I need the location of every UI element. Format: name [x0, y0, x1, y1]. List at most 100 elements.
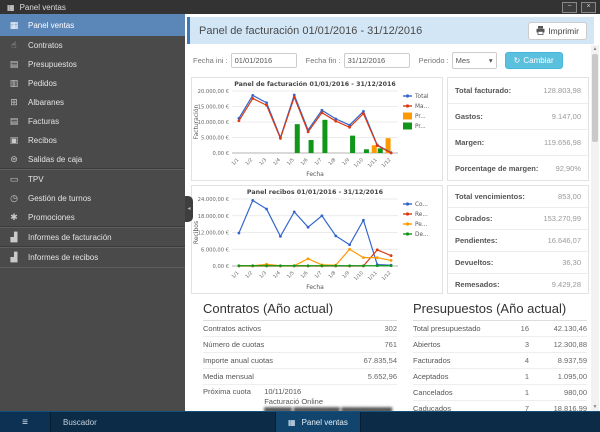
- row-value: 5.652,96: [368, 372, 397, 381]
- contratos-section: Contratos (Año actual) Contratos activos…: [203, 301, 397, 411]
- recibos-chart-box: 0,00 €6.000,00 €12.000,00 €18.000,00 €24…: [191, 185, 443, 294]
- row-count: 3: [499, 340, 529, 349]
- sidebar-item-label: Panel ventas: [28, 21, 74, 30]
- svg-text:Recibos: Recibos: [193, 221, 200, 244]
- fecha-ini-input[interactable]: [231, 53, 297, 68]
- table-row: Media mensual5.652,96: [203, 369, 397, 385]
- svg-text:1/12: 1/12: [381, 157, 393, 169]
- stat-row: Porcentage de margen:92,90%: [448, 156, 588, 181]
- svg-text:1/2: 1/2: [244, 157, 254, 167]
- stat-value: 36,30: [562, 258, 581, 267]
- svg-text:1/9: 1/9: [341, 270, 351, 280]
- svg-text:0,00 €: 0,00 €: [213, 151, 230, 157]
- svg-text:1/12: 1/12: [381, 270, 393, 282]
- scroll-down-icon[interactable]: ▼: [591, 403, 599, 411]
- facturacion-chart: 0,00 €5.000,00 €10.000,00 €15.000,00 €20…: [192, 78, 440, 178]
- print-button-label: Imprimir: [548, 26, 579, 36]
- presupuestos-section: Presupuestos (Año actual) Total presupue…: [413, 301, 587, 411]
- sidebar-item-informes-de-recibos[interactable]: ▟Informes de recibos: [0, 247, 185, 268]
- filter-bar: Fecha ini : Fecha fin : Periodo : Mes ▾ …: [193, 51, 563, 69]
- star-icon: ✱: [0, 212, 28, 223]
- row-label: Cancelados: [413, 388, 499, 397]
- svg-text:1/10: 1/10: [353, 270, 365, 282]
- page-header: Panel de facturación 01/01/2016 - 31/12/…: [187, 17, 594, 44]
- stat-row: Remesados:9.429,28: [448, 274, 588, 295]
- svg-text:1/11: 1/11: [367, 270, 379, 282]
- sidebar-item-facturas[interactable]: ▤Facturas: [0, 112, 185, 131]
- svg-text:De...: De...: [415, 232, 429, 238]
- recibos-chart: 0,00 €6.000,00 €12.000,00 €18.000,00 €24…: [192, 186, 440, 291]
- row-amount: 1.095,00: [529, 372, 587, 381]
- sidebar-item-contratos[interactable]: ☝Contratos: [0, 36, 185, 55]
- sidebar-item-salidas-de-caja[interactable]: ⊜Salidas de caja: [0, 150, 185, 169]
- sidebar-item-gestion-de-turnos[interactable]: ◷Gestión de turnos: [0, 189, 185, 208]
- refresh-icon: ↻: [514, 56, 521, 65]
- table-row: Total presupuestado1642.130,46: [413, 321, 587, 337]
- sidebar-item-pedidos[interactable]: ▥Pedidos: [0, 74, 185, 93]
- contratos-title: Contratos (Año actual): [203, 301, 397, 321]
- sidebar-item-panel-ventas[interactable]: ▦Panel ventas: [0, 14, 185, 36]
- row-label: Importe anual cuotas: [203, 356, 273, 365]
- stat-row: Devueltos:36,30: [448, 252, 588, 274]
- table-row: Número de cuotas761: [203, 337, 397, 353]
- sidebar-item-label: TPV: [28, 175, 44, 184]
- svg-text:1/1: 1/1: [231, 270, 241, 280]
- sidebar-collapse-handle[interactable]: ◂: [185, 196, 193, 222]
- document-icon: ▤: [0, 59, 28, 70]
- presupuestos-title: Presupuestos (Año actual): [413, 301, 587, 321]
- chevron-down-icon: ▾: [489, 56, 493, 65]
- fecha-fin-input[interactable]: [344, 53, 410, 68]
- taskbar-menu-button[interactable]: ≡: [0, 412, 51, 432]
- sidebar-item-label: Promociones: [28, 213, 75, 222]
- close-button[interactable]: ×: [581, 2, 596, 13]
- row-label: Abiertos: [413, 340, 499, 349]
- print-button[interactable]: Imprimir: [528, 22, 587, 40]
- sidebar-item-recibos[interactable]: ▣Recibos: [0, 131, 185, 150]
- stat-label: Total facturado:: [455, 86, 511, 95]
- app-grid-icon: ▦: [7, 3, 15, 12]
- svg-text:1/11: 1/11: [367, 157, 379, 169]
- sidebar-item-label: Salidas de caja: [28, 155, 82, 164]
- scroll-up-icon[interactable]: ▲: [591, 45, 599, 53]
- svg-text:Total: Total: [414, 94, 429, 100]
- minimize-button[interactable]: −: [562, 2, 577, 13]
- svg-text:1/7: 1/7: [314, 270, 324, 280]
- sidebar-item-presupuestos[interactable]: ▤Presupuestos: [0, 55, 185, 74]
- monitor-icon: ▭: [0, 174, 28, 185]
- row-amount: 8.937,59: [529, 356, 587, 365]
- svg-text:1/5: 1/5: [286, 270, 296, 280]
- stat-label: Porcentage de margen:: [455, 164, 538, 173]
- sidebar-item-label: Presupuestos: [28, 60, 77, 69]
- svg-text:0,00 €: 0,00 €: [213, 264, 230, 270]
- grid-icon: ▦: [288, 418, 296, 427]
- table-row: Aceptados11.095,00: [413, 369, 587, 385]
- vertical-scrollbar[interactable]: ▲ ▼: [591, 45, 599, 411]
- stat-label: Total vencimientos:: [455, 192, 525, 201]
- table-row: Contratos activos302: [203, 321, 397, 337]
- svg-text:1/7: 1/7: [314, 157, 324, 167]
- cambiar-button-label: Cambiar: [523, 56, 553, 65]
- svg-text:1/3: 1/3: [258, 157, 268, 167]
- row-count: 4: [499, 356, 529, 365]
- cambiar-button[interactable]: ↻ Cambiar: [505, 52, 563, 69]
- sidebar-item-albaranes[interactable]: ⊞Albaranes: [0, 93, 185, 112]
- sidebar-item-informes-de-facturacion[interactable]: ▟Informes de facturación: [0, 227, 185, 247]
- app-window: ▦ Panel ventas − × ▦Panel ventas ☝Contra…: [0, 0, 600, 432]
- row-label: Total presupuestado: [413, 324, 499, 333]
- stat-value: 853,00: [558, 192, 581, 201]
- sidebar: ▦Panel ventas ☝Contratos ▤Presupuestos ▥…: [0, 14, 185, 411]
- grid-icon: ▦: [0, 20, 28, 31]
- row-count: 1: [499, 372, 529, 381]
- sidebar-item-promociones[interactable]: ✱Promociones: [0, 208, 185, 227]
- taskbar-tab-panel-ventas[interactable]: ▦Panel ventas: [276, 412, 361, 432]
- svg-text:12.000,00 €: 12.000,00 €: [198, 231, 229, 237]
- taskbar-tab-buscador[interactable]: Buscador: [51, 412, 276, 432]
- scrollbar-thumb[interactable]: [592, 54, 598, 142]
- stat-value: 119.656,98: [544, 138, 581, 147]
- cash-icon: ⊜: [0, 154, 28, 165]
- svg-text:Re...: Re...: [415, 212, 428, 218]
- row-value: 302: [384, 324, 397, 333]
- periodo-select[interactable]: Mes ▾: [452, 52, 497, 69]
- sidebar-item-tpv[interactable]: ▭TPV: [0, 169, 185, 189]
- row-amount: 42.130,46: [529, 324, 587, 333]
